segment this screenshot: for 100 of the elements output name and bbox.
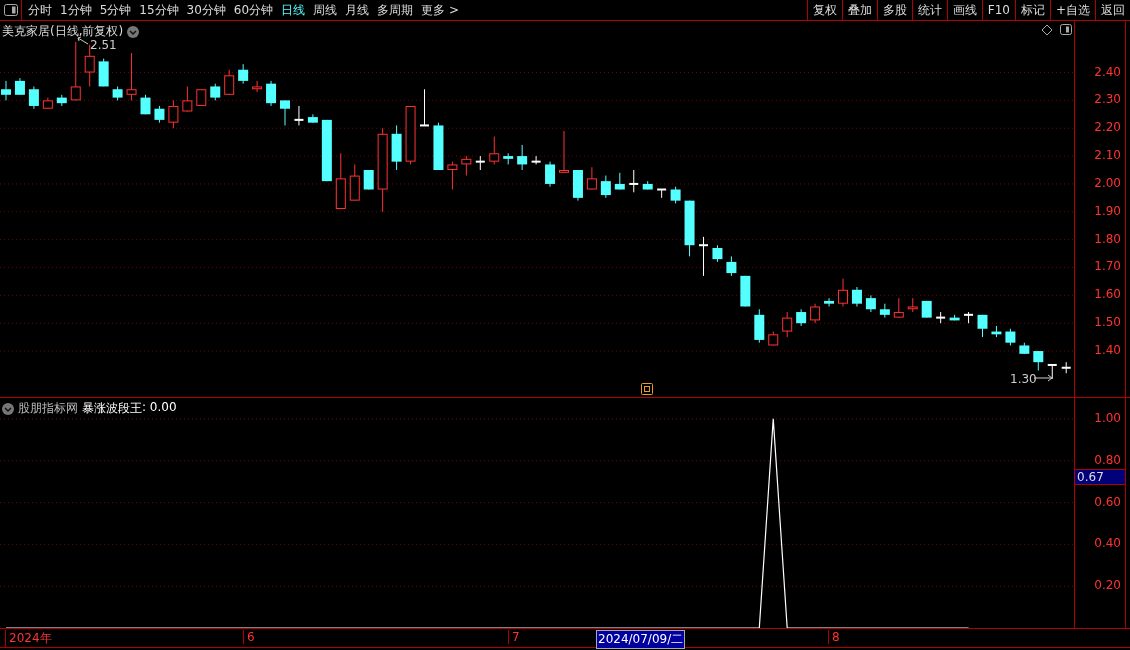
candlestick <box>907 297 918 313</box>
candlestick <box>447 161 458 190</box>
candlestick <box>600 175 611 199</box>
dropdown-icon[interactable] <box>2 402 14 415</box>
price-axis-label: 1.60 <box>1094 287 1121 302</box>
candlestick <box>461 155 472 177</box>
candlestick <box>252 80 263 93</box>
candlestick <box>503 152 514 165</box>
candlestick <box>670 186 681 204</box>
panel-toggle-icon[interactable] <box>3 4 18 16</box>
marker-square-icon[interactable] <box>641 383 653 395</box>
candlestick <box>559 130 569 174</box>
candlestick <box>349 163 360 202</box>
diamond-icon[interactable] <box>1041 24 1053 36</box>
candlestick <box>838 278 848 307</box>
candlestick <box>1033 350 1044 372</box>
period-tab[interactable]: 月线 <box>345 1 370 19</box>
price-axis-label: 2.30 <box>1094 92 1121 107</box>
candlestick <box>657 188 667 199</box>
cursor-value-label: 0.67 <box>1075 469 1125 485</box>
candlestick <box>335 152 346 210</box>
candlestick <box>810 303 821 324</box>
candlestick <box>865 294 876 313</box>
price-axis-label: 1.90 <box>1094 203 1121 218</box>
candlestick <box>1 80 11 101</box>
indicator-axis-label: 0.60 <box>1094 494 1121 509</box>
period-tab[interactable]: 30分钟 <box>186 1 226 19</box>
price-axis-label: 1.80 <box>1094 231 1121 246</box>
candlestick <box>224 69 235 96</box>
indicator-axis-label: 0.80 <box>1094 452 1121 467</box>
candlestick <box>893 297 904 319</box>
candlestick <box>949 314 960 321</box>
period-tab[interactable]: 5分钟 <box>99 1 132 19</box>
price-axis-label: 2.40 <box>1094 64 1121 79</box>
candlestick <box>614 172 625 190</box>
indicator-axis-label: 0.40 <box>1094 536 1121 551</box>
candlestick <box>238 63 249 85</box>
candlestick <box>879 303 890 319</box>
period-tab[interactable]: 日线 <box>281 1 306 19</box>
candlestick <box>712 244 723 263</box>
candlestick <box>684 200 695 257</box>
time-axis-label: 6 <box>243 630 255 644</box>
price-axis-label: 2.00 <box>1094 175 1121 190</box>
indicator-source: 股朋指标网 <box>18 400 78 417</box>
candlestick <box>405 105 416 165</box>
candlestick <box>1019 342 1030 355</box>
indicator-value: : 0.00 <box>142 400 177 416</box>
candlestick <box>768 331 779 346</box>
candlestick <box>1005 328 1016 346</box>
period-tab[interactable]: 周线 <box>313 1 338 19</box>
candlestick <box>154 105 165 124</box>
candlestick <box>28 85 39 110</box>
time-axis-label: 8 <box>828 630 840 644</box>
time-axis-label: 2024年 <box>5 630 52 647</box>
candlestick <box>210 83 221 101</box>
candlestick <box>98 58 109 87</box>
indicator-axis-label: 1.00 <box>1094 410 1121 425</box>
high-arrow-icon <box>77 36 89 45</box>
candlestick <box>531 155 541 165</box>
candlestick <box>545 161 556 188</box>
candlestick <box>140 94 151 115</box>
candlestick <box>851 286 862 307</box>
candlestick <box>433 122 444 171</box>
candlestick <box>517 144 528 171</box>
period-tab[interactable]: 15分钟 <box>139 1 179 19</box>
period-tab[interactable]: 分时 <box>28 1 52 19</box>
indicator-name: 暴涨波段王 <box>82 400 142 417</box>
candlestick <box>294 105 304 126</box>
candlestick <box>112 85 123 101</box>
period-tab[interactable]: 多周期 <box>377 1 414 19</box>
period-tab[interactable]: 1分钟 <box>60 1 92 19</box>
candlestick <box>782 311 793 338</box>
candlestick <box>182 85 193 112</box>
stock-title: 美克家居(日线,前复权) <box>2 23 124 40</box>
candlestick <box>56 94 67 107</box>
indicator-axis-label: 0.20 <box>1094 578 1121 593</box>
candlestick <box>1047 363 1057 380</box>
price-axis-label: 2.20 <box>1094 120 1121 135</box>
candlestick <box>977 314 988 338</box>
candlestick <box>726 255 737 277</box>
candlestick <box>642 180 653 190</box>
candlestick <box>991 325 1002 338</box>
time-axis-label: 7 <box>508 630 520 644</box>
candlestick <box>936 311 946 324</box>
panel-toggle-icon[interactable] <box>1060 24 1072 35</box>
price-axis-label: 1.50 <box>1094 315 1121 330</box>
candlestick <box>475 155 485 171</box>
period-tab[interactable]: 60分钟 <box>233 1 274 19</box>
candlestick <box>363 169 374 190</box>
dropdown-icon[interactable] <box>127 25 140 38</box>
candlestick <box>572 169 583 202</box>
candlestick <box>321 119 332 182</box>
candlestick <box>824 297 835 307</box>
candlestick <box>1061 361 1071 374</box>
cursor-date-label: 2024/07/09/二 <box>596 630 686 649</box>
candlestick <box>14 77 25 96</box>
price-axis-label: 1.70 <box>1094 259 1121 274</box>
candlestick <box>168 99 179 129</box>
candlestick <box>629 169 639 193</box>
period-tab[interactable]: 更多 > <box>421 1 459 19</box>
